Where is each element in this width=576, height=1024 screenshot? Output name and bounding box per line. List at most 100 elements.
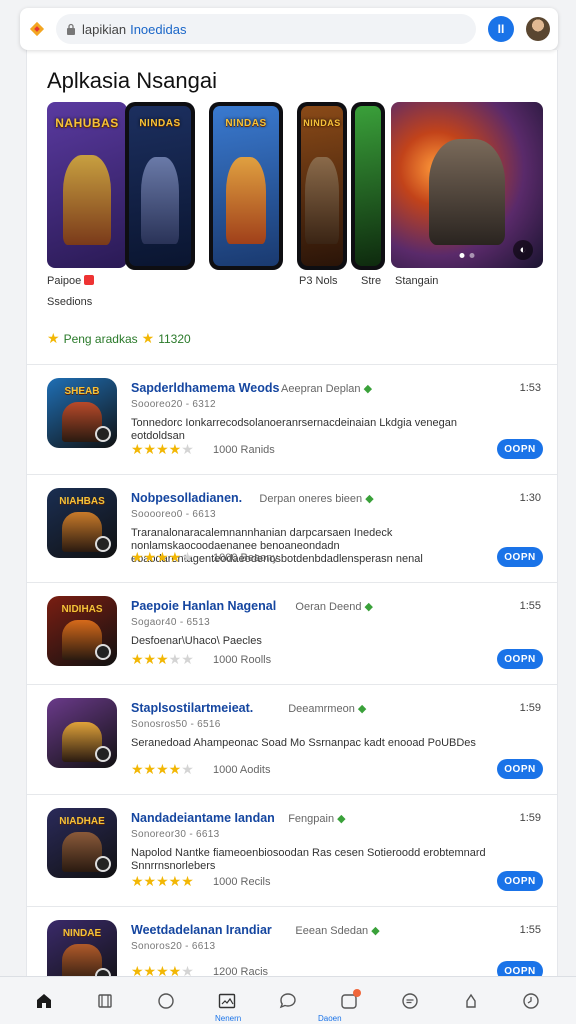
site-favicon-icon	[28, 20, 46, 38]
app-icon-badge	[95, 856, 111, 872]
app-icon[interactable]: NINDAE	[47, 920, 117, 976]
screenshot-art-title: NINDAS	[303, 118, 341, 128]
app-row[interactable]: NIADHAE Nandadeiantame Iandan Fengpain ◆ 1:…	[27, 794, 557, 906]
screenshot-caption: Stangain	[395, 275, 439, 287]
profile-icon[interactable]	[457, 987, 485, 1015]
app-icon-badge	[95, 536, 111, 552]
app-size: 1:53	[519, 382, 541, 394]
star-icon: ★	[47, 330, 60, 346]
screenshot-caption: Stre	[361, 275, 382, 287]
hero-figure	[429, 138, 505, 245]
home-icon[interactable]	[30, 987, 58, 1015]
app-name[interactable]: Nandadeiantame Iandan	[131, 811, 275, 825]
notification-icon[interactable]	[335, 987, 363, 1015]
verified-icon: ◆	[337, 813, 346, 825]
avatar[interactable]	[526, 17, 550, 41]
app-icon[interactable]: SHEAB	[47, 378, 117, 448]
verified-icon: ◆	[363, 383, 373, 395]
nav-label: Daoen	[318, 1014, 342, 1023]
open-app-button[interactable]: OOPN	[497, 439, 543, 459]
app-review-count: 1000 Recils	[213, 876, 271, 888]
app-icon[interactable]: NIDIHAS	[47, 596, 117, 666]
app-developer[interactable]: Deeamrmeon ◆	[288, 702, 366, 715]
app-row[interactable]: NINDAE Weetdadelanan Irandiar Eeean Sdedan…	[27, 906, 557, 976]
app-review-count: 1000 Ranids	[213, 444, 275, 456]
app-row[interactable]: NIAHBAS Nobpesolladianen. Derpan oneres bi…	[27, 474, 557, 582]
carousel-dot[interactable]	[469, 253, 475, 258]
open-app-button[interactable]: OOPN	[497, 547, 543, 567]
chat-icon[interactable]	[274, 987, 302, 1015]
clock-icon[interactable]	[517, 987, 545, 1015]
star-icon: ★	[141, 330, 155, 346]
app-row[interactable]: SHEAB Sapderldhamema Weods Aeepran Deplan …	[27, 364, 557, 474]
hero-figure	[305, 157, 339, 244]
app-description: Seranedoad Ahampeonac Soad Mo Ssrnanpac …	[131, 737, 476, 749]
bookmark-icon[interactable]	[91, 987, 119, 1015]
app-developer[interactable]: Oeran Deend ◆	[295, 600, 373, 613]
screenshot-caption: P3 Nols	[299, 275, 338, 287]
image-icon[interactable]	[213, 987, 241, 1015]
app-size: 1:55	[519, 600, 541, 612]
app-star-rating: ★★★★★	[131, 761, 194, 777]
app-name[interactable]: Weetdadelanan Irandiar	[131, 923, 272, 937]
open-app-button[interactable]: OOPN	[497, 961, 543, 976]
app-star-rating: ★★★★★	[131, 549, 194, 565]
circle-icon[interactable]	[152, 987, 180, 1015]
app-icon-title: SHEAB	[64, 386, 100, 397]
app-name[interactable]: Paepoie Hanlan Nagenal	[131, 599, 276, 613]
app-icon-badge	[95, 746, 111, 762]
app-meta: Sonosros50 - 6516	[131, 719, 221, 730]
featured-screenshot-large[interactable]: ◐	[391, 102, 543, 268]
app-icon[interactable]	[47, 698, 117, 768]
app-icon[interactable]: NIAHBAS	[47, 488, 117, 558]
address-bar[interactable]: lapikian Inoedidas	[56, 14, 476, 44]
browser-menu-button[interactable]: II	[488, 16, 514, 42]
message-icon[interactable]	[396, 987, 424, 1015]
app-star-rating: ★★★★★	[131, 651, 194, 667]
verified-icon: ◆	[365, 493, 374, 505]
notification-badge	[352, 988, 361, 997]
hero-figure	[226, 157, 266, 244]
app-name[interactable]: Staplsostilartmeieat.	[131, 701, 253, 715]
featured-screenshot-phone[interactable]: NINDAS	[125, 102, 195, 270]
rating-summary: ★ Peng aradkas ★ 11320	[47, 330, 191, 347]
app-list: SHEAB Sapderldhamema Weods Aeepran Deplan …	[27, 364, 557, 976]
app-developer[interactable]: Aeepran Deplan ◆	[281, 382, 372, 395]
featured-screenshot[interactable]: NAHUBAS	[47, 102, 127, 268]
app-meta: Sonoreor30 - 6613	[131, 829, 220, 840]
app-review-count: 1200 Racis	[213, 966, 269, 976]
screenshot-art-title: NINDAS	[139, 118, 181, 129]
app-developer[interactable]: Fengpain ◆	[288, 812, 345, 825]
app-meta: Soooreo20 - 6312	[131, 399, 216, 410]
open-app-button[interactable]: OOPN	[497, 649, 543, 669]
featured-screenshot-phone[interactable]: NINDAS	[297, 102, 347, 270]
open-app-button[interactable]: OOPN	[497, 871, 543, 891]
app-icon-badge	[95, 968, 111, 976]
app-meta: Sogaor40 - 6513	[131, 617, 211, 628]
screenshot-art-title: NAHUBAS	[55, 116, 119, 130]
app-developer[interactable]: Derpan oneres bieen ◆	[259, 492, 373, 505]
expand-icon[interactable]: ◐	[513, 240, 533, 260]
screenshot-caption: Ssedions	[47, 296, 93, 308]
featured-screenshot-phone[interactable]	[351, 102, 385, 270]
rating-label: Peng aradkas	[63, 331, 138, 346]
app-icon-title: NIAHBAS	[59, 496, 105, 507]
app-review-count: 1000 Beaony	[213, 552, 278, 564]
app-icon[interactable]: NIADHAE	[47, 808, 117, 878]
verified-icon: ◆	[357, 703, 367, 715]
app-name[interactable]: Sapderldhamema Weods	[131, 381, 279, 395]
hero-figure	[63, 155, 111, 245]
app-row[interactable]: Staplsostilartmeieat. Deeamrmeon ◆ 1:59 Son…	[27, 684, 557, 794]
app-row[interactable]: NIDIHAS Paepoie Hanlan Nagenal Oeran Deend…	[27, 582, 557, 684]
app-name[interactable]: Nobpesolladianen.	[131, 491, 242, 505]
open-app-button[interactable]: OOPN	[497, 759, 543, 779]
app-size: 1:55	[519, 924, 541, 936]
app-developer[interactable]: Eeean Sdedan ◆	[295, 924, 379, 937]
app-review-count: 1000 Roolls	[213, 654, 272, 666]
verified-icon: ◆	[371, 925, 380, 937]
app-description: Napolod Nantke fiameoenbiosoodan Ras ces…	[131, 847, 486, 872]
featured-screenshot-phone[interactable]: NINDAS	[209, 102, 283, 270]
carousel-dot[interactable]	[459, 253, 465, 258]
app-icon-title: NINDAE	[62, 928, 102, 939]
screenshot-art-title: NINDAS	[225, 118, 267, 129]
